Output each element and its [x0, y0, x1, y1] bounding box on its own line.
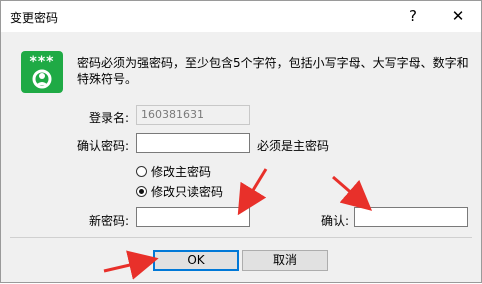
title-bar: 变更密码 ? ✕ [1, 1, 481, 32]
confirm-input[interactable] [354, 207, 468, 227]
confirm-label: 确认: [320, 214, 349, 228]
arrow-confirm [332, 175, 373, 211]
option-change-master-password[interactable]: 修改主密码 [136, 163, 211, 179]
master-password-hint: 必须是主密码 [257, 139, 330, 153]
change-password-dialog: 变更密码 ? ✕ *** 密码必须为强密码，至少包含5个字符，包括小写字母、大写… [0, 0, 482, 283]
help-button[interactable]: ? [401, 4, 425, 28]
new-password-label: 新密码: [88, 214, 129, 228]
dialog-title: 变更密码 [10, 11, 59, 25]
close-button[interactable]: ✕ [445, 4, 471, 28]
separator-line [10, 237, 472, 238]
confirm-password-input[interactable] [136, 133, 250, 153]
option-change-readonly-password[interactable]: 修改只读密码 [136, 183, 223, 199]
radio-master[interactable] [136, 165, 147, 177]
option-label-readonly: 修改只读密码 [151, 184, 224, 199]
radio-readonly[interactable] [136, 185, 147, 197]
new-password-input[interactable] [136, 207, 250, 227]
arrow-ok [103, 250, 159, 280]
cancel-button[interactable]: 取消 [242, 250, 328, 271]
arrow-new-password [237, 168, 268, 216]
password-requirement-text: 密码必须为强密码，至少包含5个字符，包括小写字母、大写字母、数字和特殊符号。 [77, 56, 469, 86]
confirm-password-label: 确认密码: [76, 139, 129, 153]
option-label-master: 修改主密码 [151, 164, 212, 179]
password-user-icon: *** [21, 51, 63, 93]
ok-button[interactable]: OK [153, 250, 239, 271]
login-name-field: 160381631 [136, 105, 250, 125]
user-silhouette-icon [32, 69, 52, 89]
login-name-label: 登录名: [88, 111, 129, 125]
